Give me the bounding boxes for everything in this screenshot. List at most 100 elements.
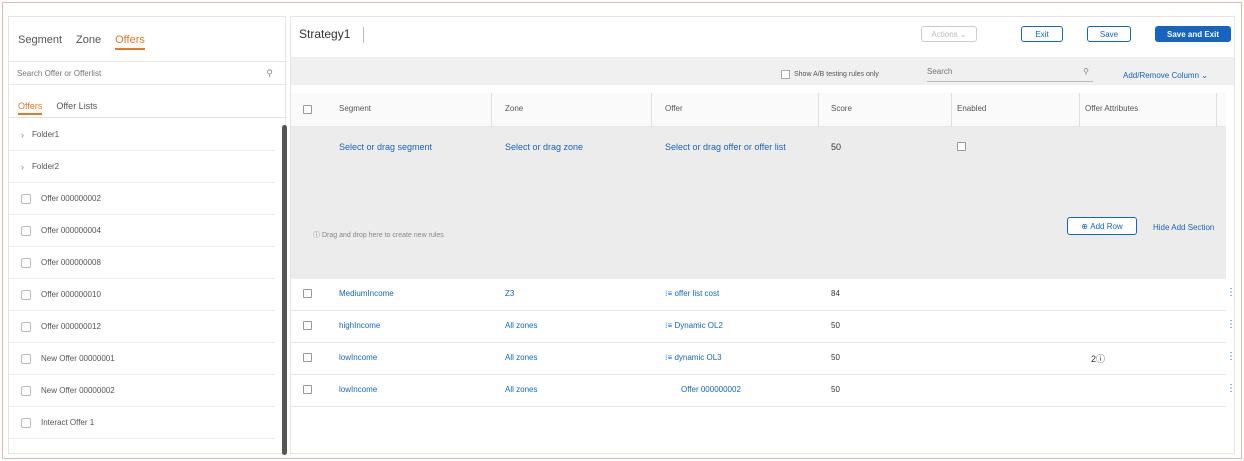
chevron-right-icon[interactable]: › <box>21 162 24 172</box>
offer-item[interactable]: Offer 000000004 <box>9 215 275 247</box>
title-divider <box>363 27 364 43</box>
add-remove-column-link[interactable]: Add/Remove Column ⌄ <box>1123 71 1208 80</box>
rule-segment[interactable]: highIncome <box>339 321 380 330</box>
rule-row[interactable]: lowIncome All zones Offer 000000002 50 ⋮ <box>291 375 1236 407</box>
add-remove-column-label: Add/Remove Column <box>1123 71 1200 80</box>
folder-item[interactable]: › Folder2 <box>9 151 275 183</box>
rules-grid: Segment Zone Offer Score Enabled Offer A… <box>291 93 1236 407</box>
drop-hint-label: Drag and drop here to create new rules <box>321 232 444 239</box>
save-button[interactable]: Save <box>1087 26 1131 42</box>
row-checkbox[interactable] <box>303 289 312 298</box>
offer-label: Offer 000000012 <box>41 322 101 331</box>
col-offer-attributes[interactable]: Offer Attributes <box>1085 104 1138 113</box>
more-vertical-icon[interactable]: ⋮ <box>1226 383 1236 394</box>
folder-item[interactable]: › Folder1 <box>9 119 275 151</box>
offer-checkbox[interactable] <box>21 225 31 236</box>
rules-search-input[interactable] <box>927 67 1077 76</box>
col-enabled[interactable]: Enabled <box>957 104 986 113</box>
info-icon: ⓘ <box>313 232 320 239</box>
rule-offer[interactable]: offer list cost <box>674 289 719 298</box>
rule-score[interactable]: 50 <box>831 353 840 362</box>
ab-testing-toggle[interactable]: Show A/B testing rules only <box>781 70 879 79</box>
col-offer[interactable]: Offer <box>665 104 683 113</box>
grid-header: Segment Zone Offer Score Enabled Offer A… <box>291 93 1226 127</box>
offer-item[interactable]: New Offer 00000002 <box>9 375 275 407</box>
offer-item[interactable]: Offer 000000010 <box>9 279 275 311</box>
offer-item[interactable]: Interact Offer 1 <box>9 407 275 439</box>
rule-offer[interactable]: dynamic OL3 <box>674 353 721 362</box>
offer-item[interactable]: Offer 000000002 <box>9 183 275 215</box>
rule-segment[interactable]: lowIncome <box>339 353 377 362</box>
ab-testing-label: Show A/B testing rules only <box>794 71 879 78</box>
rule-segment[interactable]: MediumIncome <box>339 289 394 298</box>
tab-zone[interactable]: Zone <box>76 34 101 50</box>
chevron-down-icon: ⌄ <box>1201 71 1208 80</box>
rule-score[interactable]: 50 <box>831 385 840 394</box>
strategy-editor: Strategy1 Actions ⌄ Exit Save Save and E… <box>290 16 1236 454</box>
chevron-right-icon[interactable]: › <box>21 130 24 140</box>
add-row-button[interactable]: ⊕ Add Row <box>1067 217 1137 235</box>
rule-row[interactable]: highIncome All zones ⁝≡ Dynamic OL2 50 ⋮ <box>291 311 1236 343</box>
offer-checkbox[interactable] <box>21 193 31 204</box>
column-divider <box>491 93 492 127</box>
rule-segment[interactable]: lowIncome <box>339 385 377 394</box>
offer-dropzone[interactable]: Select or drag offer or offer list <box>665 142 786 152</box>
rule-zone[interactable]: All zones <box>505 321 537 330</box>
offer-checkbox[interactable] <box>21 353 31 364</box>
scrollbar[interactable] <box>282 125 287 455</box>
actions-button[interactable]: Actions ⌄ <box>921 26 977 42</box>
rule-row[interactable]: lowIncome All zones ⁝≡ dynamic OL3 50 2ⓘ… <box>291 343 1236 375</box>
search-icon[interactable]: ⚲ <box>266 68 273 79</box>
rule-offer[interactable]: Offer 000000002 <box>681 385 741 394</box>
column-divider <box>1079 93 1080 127</box>
left-tabs: Segment Zone Offers <box>18 34 145 50</box>
rule-zone[interactable]: All zones <box>505 353 537 362</box>
offer-item[interactable]: Offer 000000012 <box>9 311 275 343</box>
strategy-title[interactable]: Strategy1 <box>299 27 350 41</box>
offer-search-input[interactable] <box>9 62 249 84</box>
rule-score[interactable]: 50 <box>831 321 840 330</box>
rule-zone[interactable]: Z3 <box>505 289 514 298</box>
save-and-exit-button[interactable]: Save and Exit <box>1155 26 1231 42</box>
tab-offers-list[interactable]: Offers <box>18 101 43 115</box>
col-score[interactable]: Score <box>831 104 852 113</box>
offer-label: Offer 000000004 <box>41 226 101 235</box>
rule-offer[interactable]: Dynamic OL2 <box>674 321 722 330</box>
more-vertical-icon[interactable]: ⋮ <box>1226 287 1236 298</box>
col-segment[interactable]: Segment <box>339 104 371 113</box>
exit-button[interactable]: Exit <box>1021 26 1063 42</box>
more-vertical-icon[interactable]: ⋮ <box>1226 319 1236 330</box>
tab-offer-lists[interactable]: Offer Lists <box>56 101 97 115</box>
search-icon[interactable]: ⚲ <box>1083 67 1089 76</box>
default-score[interactable]: 50 <box>831 142 841 152</box>
rule-score[interactable]: 84 <box>831 289 840 298</box>
more-vertical-icon[interactable]: ⋮ <box>1226 351 1236 362</box>
rule-row[interactable]: MediumIncome Z3 ⁝≡ offer list cost 84 ⋮ <box>291 279 1236 311</box>
offer-checkbox[interactable] <box>21 321 31 332</box>
zone-dropzone[interactable]: Select or drag zone <box>505 142 583 152</box>
tab-segment[interactable]: Segment <box>18 34 62 50</box>
offer-checkbox[interactable] <box>21 417 31 428</box>
col-zone[interactable]: Zone <box>505 104 523 113</box>
select-all-checkbox[interactable] <box>303 105 312 114</box>
offer-list-icon: ⁝≡ <box>665 353 673 362</box>
row-checkbox[interactable] <box>303 321 312 330</box>
offer-checkbox[interactable] <box>21 257 31 268</box>
info-icon[interactable]: ⓘ <box>1096 354 1105 364</box>
rule-zone[interactable]: All zones <box>505 385 537 394</box>
offer-label: Offer 000000008 <box>41 258 101 267</box>
row-checkbox[interactable] <box>303 385 312 394</box>
offer-checkbox[interactable] <box>21 289 31 300</box>
row-checkbox[interactable] <box>303 353 312 362</box>
ab-testing-checkbox[interactable] <box>781 70 790 79</box>
tab-offers[interactable]: Offers <box>115 34 145 50</box>
offer-checkbox[interactable] <box>21 385 31 396</box>
offer-label: Offer 000000002 <box>41 194 101 203</box>
offer-item[interactable]: New Offer 00000001 <box>9 343 275 375</box>
offer-label: New Offer 00000001 <box>41 354 115 363</box>
segment-dropzone[interactable]: Select or drag segment <box>339 142 432 152</box>
offer-item[interactable]: Offer 000000008 <box>9 247 275 279</box>
hide-add-section-link[interactable]: Hide Add Section <box>1153 223 1214 232</box>
enabled-checkbox[interactable] <box>957 142 966 151</box>
offers-panel: Segment Zone Offers ⚲ Offers Offer Lists… <box>8 16 287 455</box>
